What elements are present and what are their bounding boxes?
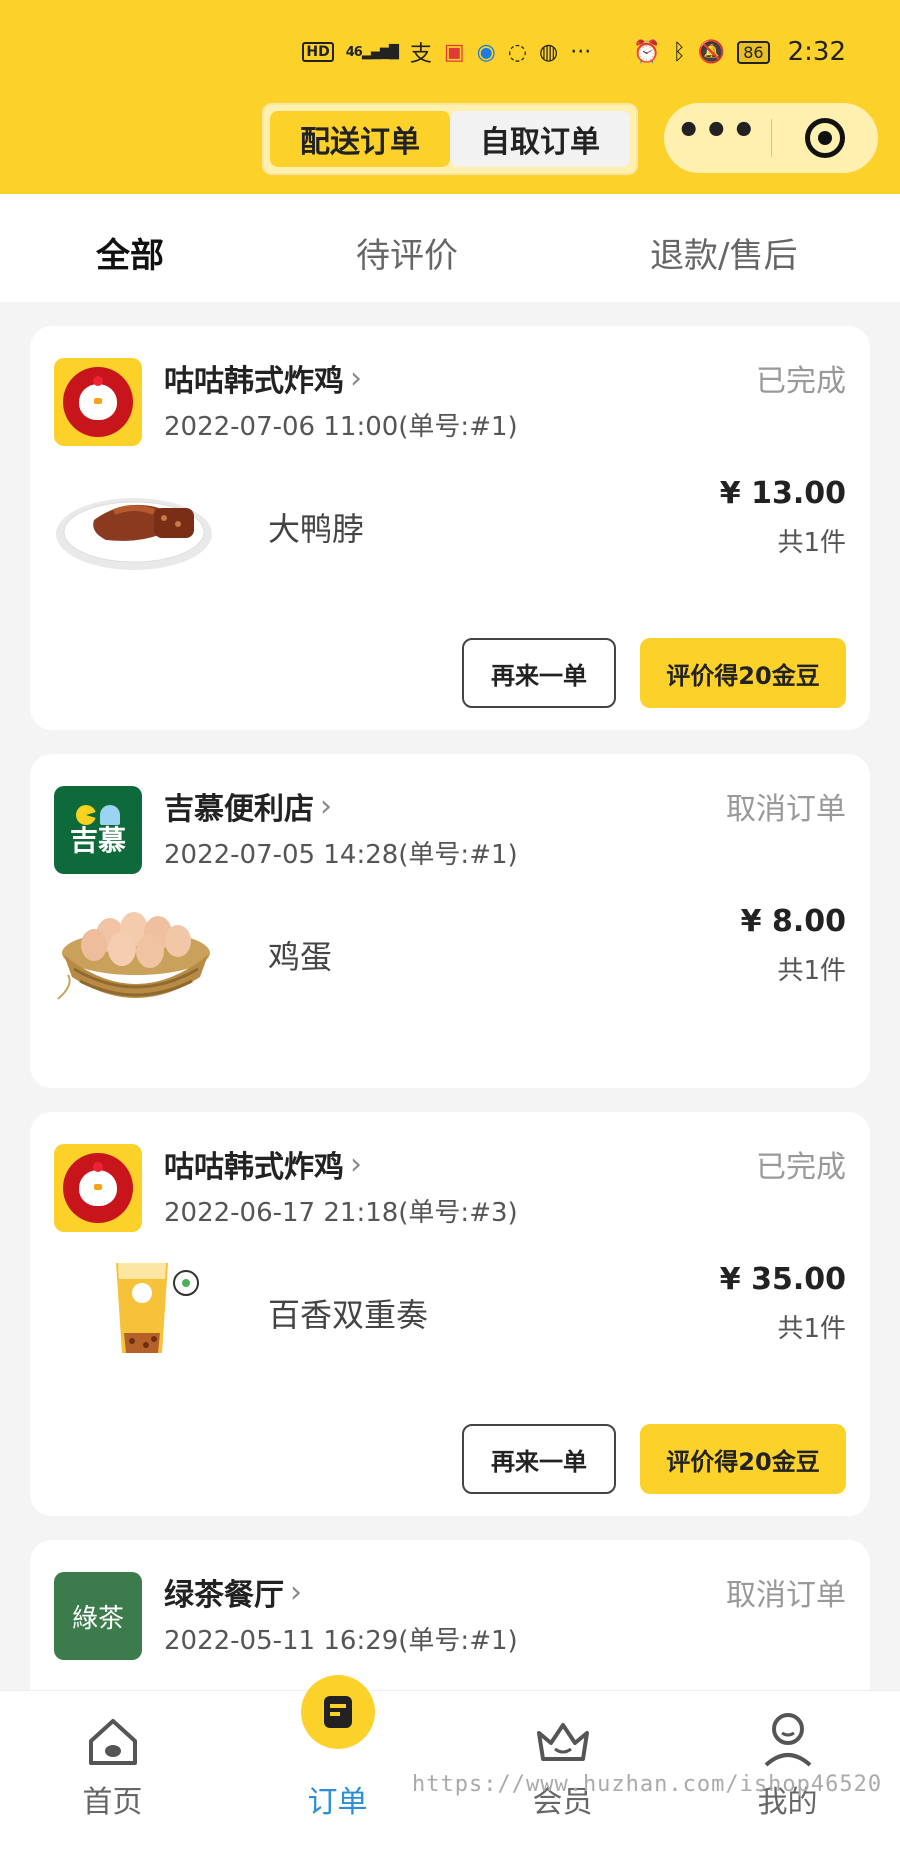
shop-name-link[interactable]: 绿茶餐厅 › [164, 1570, 302, 1614]
product-image-passion-fruit-drink [116, 1263, 199, 1353]
order-icon [300, 1675, 375, 1749]
hd-icon: HD [302, 42, 334, 62]
product-image-eggs [57, 912, 210, 1000]
watermark: https://www.huzhan.com/ishop46520 [412, 1772, 883, 1797]
order-time: 2022-05-11 16:29(单号:#1) [164, 1626, 518, 1656]
item-count: 共1件 [777, 528, 846, 558]
clock: 2:32 [787, 37, 846, 67]
chevron-right-icon: › [290, 1574, 302, 1610]
status-bar: HD 46 ▂▄▆█ 支 ▣ ◉ ◌ ◍ ··· ⏰ ᛒ 🔕 86 2:32 [0, 30, 900, 74]
order-price: ¥ 35.00 [719, 1262, 846, 1297]
target-icon [804, 118, 845, 158]
product-name: 百香双重奏 [268, 1296, 429, 1334]
tab-pickup-orders[interactable]: 自取订单 [450, 111, 630, 167]
book-app-icon: ▣ [443, 39, 465, 65]
filter-tabs: 全部 待评价 退款/售后 [0, 194, 900, 302]
miniprogram-capsule: ••• [664, 103, 878, 173]
order-price: ¥ 8.00 [740, 904, 846, 939]
tab-pending-review[interactable]: 待评价 [356, 228, 458, 277]
chicken-icon [79, 376, 117, 420]
bluetooth-icon: ᛒ [672, 39, 686, 65]
shop-logo [54, 358, 142, 446]
shop-name-link[interactable]: 咕咕韩式炸鸡 › [164, 356, 362, 400]
item-count: 共1件 [777, 1314, 846, 1344]
pacman-icon [76, 805, 120, 825]
more-icon: ••• [675, 108, 759, 154]
chevron-right-icon: › [320, 788, 332, 824]
battery-icon: 86 [737, 40, 770, 64]
browser-app-icon: ◉ [476, 39, 496, 65]
chevron-right-icon: › [350, 360, 362, 396]
tab-delivery-orders[interactable]: 配送订单 [270, 111, 450, 167]
shop-name-link[interactable]: 吉慕便利店 › [164, 784, 332, 828]
shop-name-link[interactable]: 咕咕韩式炸鸡 › [164, 1142, 362, 1186]
alipay-icon: 支 [409, 42, 432, 67]
order-card[interactable]: 咕咕韩式炸鸡 › 已完成 2022-06-17 21:18(单号:#3) 百香双重… [30, 1112, 870, 1516]
item-count: 共1件 [777, 956, 846, 986]
order-card[interactable]: 咕咕韩式炸鸡 › 已完成 2022-07-06 11:00(单号:#1) 大鸭脖 … [30, 326, 870, 730]
order-status: 取消订单 [726, 792, 846, 827]
product-name: 大鸭脖 [268, 510, 365, 548]
order-status: 已完成 [756, 364, 846, 399]
order-price: ¥ 13.00 [719, 476, 846, 511]
order-card[interactable]: 吉慕 吉慕便利店 › 取消订单 2022-07-05 14:28(单号:#1) 鸡… [30, 754, 870, 1088]
order-time: 2022-07-05 14:28(单号:#1) [164, 840, 518, 870]
close-miniprogram-button[interactable] [772, 103, 879, 173]
order-mode-tabs: 配送订单 自取订单 [262, 103, 638, 175]
order-status: 已完成 [756, 1150, 846, 1185]
review-button[interactable]: 评价得20金豆 [640, 1424, 846, 1494]
chevron-right-icon: › [350, 1146, 362, 1182]
order-time: 2022-07-06 11:00(单号:#1) [164, 412, 518, 442]
reorder-button[interactable]: 再来一单 [462, 638, 616, 708]
more-notifications-icon: ··· [570, 39, 592, 65]
review-button[interactable]: 评价得20金豆 [640, 638, 846, 708]
nav-home[interactable]: 首页 [0, 1691, 225, 1856]
more-menu-button[interactable]: ••• [664, 103, 771, 173]
profile-icon [764, 1713, 811, 1767]
shop-logo [54, 1144, 142, 1232]
status-icons: HD 46 ▂▄▆█ 支 ▣ ◉ ◌ ◍ ··· ⏰ ᛒ 🔕 86 2:32 [302, 36, 846, 68]
order-time: 2022-06-17 21:18(单号:#3) [164, 1198, 518, 1228]
top-header: HD 46 ▂▄▆█ 支 ▣ ◉ ◌ ◍ ··· ⏰ ᛒ 🔕 86 2:32 配送… [0, 0, 900, 194]
shop-logo: 綠茶 [54, 1572, 142, 1660]
alarm-icon: ⏰ [633, 39, 661, 65]
chicken-icon [79, 1162, 117, 1206]
home-icon [88, 1719, 137, 1765]
reorder-button[interactable]: 再来一单 [462, 1424, 616, 1494]
order-status: 取消订单 [726, 1578, 846, 1613]
globe-icon: ◍ [539, 39, 559, 65]
product-name: 鸡蛋 [268, 938, 333, 976]
product-image-duck-neck [56, 498, 212, 570]
signal-icon: 46 ▂▄▆█ [345, 44, 399, 60]
mute-icon: 🔕 [697, 39, 726, 65]
tab-all[interactable]: 全部 [96, 228, 164, 277]
chat-icon: ◌ [507, 39, 528, 65]
member-icon [536, 1723, 589, 1761]
tab-refund[interactable]: 退款/售后 [650, 228, 797, 277]
shop-logo: 吉慕 [54, 786, 142, 874]
